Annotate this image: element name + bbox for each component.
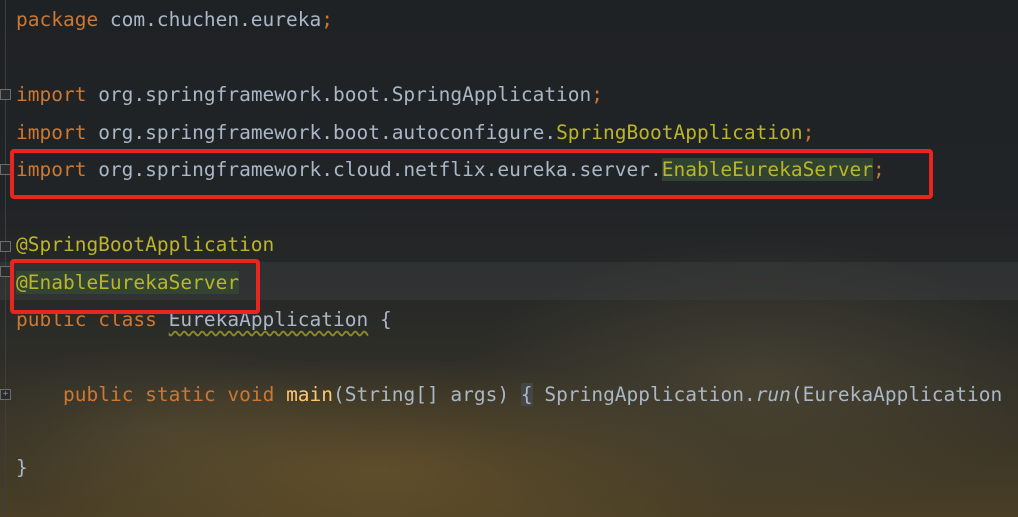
method-args: (EurekaApplication — [790, 383, 1003, 406]
fold-marker-icon[interactable] — [0, 241, 11, 252]
folded-brace[interactable]: { — [520, 383, 533, 406]
code-line-closing-brace: } — [16, 456, 28, 479]
package-name: com.chuchen.eureka — [98, 8, 322, 31]
code-line-package: package com.chuchen.eureka; — [16, 6, 333, 34]
method-name: main — [286, 383, 334, 406]
keyword-package: package — [16, 8, 99, 31]
method-body: SpringApplication. — [532, 383, 756, 406]
import-path: org.springframework.boot.SpringApplicati… — [86, 83, 592, 106]
open-brace: { — [368, 308, 392, 331]
gutter — [5, 0, 6, 517]
fold-expand-icon[interactable]: + — [0, 389, 11, 400]
semicolon: ; — [591, 83, 604, 106]
code-line-main-method: public static void main(String[] args) {… — [63, 381, 1002, 409]
semicolon: ; — [802, 121, 815, 144]
highlight-box-annotation — [10, 259, 260, 314]
code-line-annotation-spring-boot-application: @SpringBootApplication — [16, 233, 275, 256]
run-call: run — [755, 383, 791, 406]
fold-marker-icon[interactable] — [0, 89, 11, 100]
keyword-import: import — [16, 121, 87, 144]
import-class: SpringBootApplication — [556, 121, 803, 144]
semicolon: ; — [321, 8, 333, 31]
code-line-import-spring-application: import org.springframework.boot.SpringAp… — [16, 81, 603, 109]
code-editor[interactable]: + package com.chuchen.eureka; import org… — [0, 0, 1018, 517]
method-modifiers: public static void — [63, 383, 287, 406]
code-line-import-spring-boot-application: import org.springframework.boot.autoconf… — [16, 119, 814, 147]
import-path: org.springframework.boot.autoconfigure. — [86, 121, 557, 144]
method-params: (String[] args) — [333, 383, 521, 406]
keyword-import: import — [16, 83, 87, 106]
highlight-box-import — [10, 149, 933, 199]
